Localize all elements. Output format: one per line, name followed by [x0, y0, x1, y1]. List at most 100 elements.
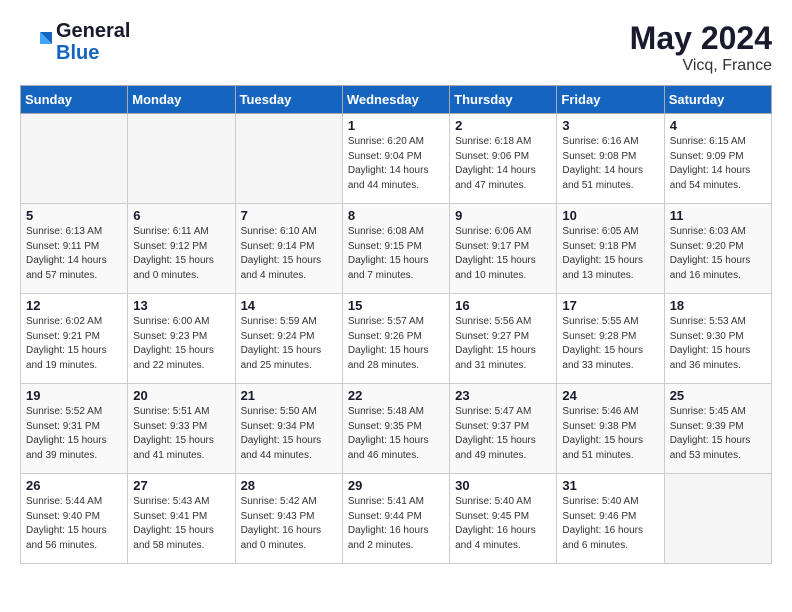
- day-number: 21: [241, 388, 337, 403]
- calendar-week-row: 5 Sunrise: 6:13 AM Sunset: 9:11 PM Daylig…: [21, 204, 772, 294]
- col-header-friday: Friday: [557, 86, 664, 114]
- day-info: Sunrise: 5:48 AM Sunset: 9:35 PM Dayligh…: [348, 405, 444, 463]
- day-info: Sunrise: 5:59 AM Sunset: 9:24 PM Dayligh…: [241, 315, 337, 373]
- col-header-monday: Monday: [128, 86, 235, 114]
- calendar-week-row: 1 Sunrise: 6:20 AM Sunset: 9:04 PM Daylig…: [21, 114, 772, 204]
- day-info: Sunrise: 5:45 AM Sunset: 9:39 PM Dayligh…: [670, 405, 766, 463]
- day-number: 16: [455, 298, 551, 313]
- day-number: 3: [562, 118, 658, 133]
- location-label: Vicq, France: [630, 57, 772, 75]
- day-number: 11: [670, 208, 766, 223]
- calendar-week-row: 19 Sunrise: 5:52 AM Sunset: 9:31 PM Dayli…: [21, 384, 772, 474]
- day-number: 14: [241, 298, 337, 313]
- calendar-cell: 28 Sunrise: 5:42 AM Sunset: 9:43 PM Dayli…: [235, 474, 342, 564]
- month-year-title: May 2024: [630, 20, 772, 57]
- day-number: 13: [133, 298, 229, 313]
- calendar-cell: 18Sunrise: 5:53 AM Sunset: 9:30 PM Dayli…: [664, 294, 771, 384]
- calendar-cell: 9 Sunrise: 6:06 AM Sunset: 9:17 PM Daylig…: [450, 204, 557, 294]
- day-info: Sunrise: 5:47 AM Sunset: 9:37 PM Dayligh…: [455, 405, 551, 463]
- day-number: 22: [348, 388, 444, 403]
- calendar-table: SundayMondayTuesdayWednesdayThursdayFrid…: [20, 85, 772, 564]
- calendar-cell: 1 Sunrise: 6:20 AM Sunset: 9:04 PM Daylig…: [342, 114, 449, 204]
- calendar-week-row: 12Sunrise: 6:02 AM Sunset: 9:21 PM Dayli…: [21, 294, 772, 384]
- calendar-cell: [664, 474, 771, 564]
- day-number: 9: [455, 208, 551, 223]
- calendar-cell: 22 Sunrise: 5:48 AM Sunset: 9:35 PM Dayli…: [342, 384, 449, 474]
- calendar-cell: 6 Sunrise: 6:11 AM Sunset: 9:12 PM Daylig…: [128, 204, 235, 294]
- day-number: 27: [133, 478, 229, 493]
- day-number: 15: [348, 298, 444, 313]
- day-number: 20: [133, 388, 229, 403]
- calendar-cell: 5 Sunrise: 6:13 AM Sunset: 9:11 PM Daylig…: [21, 204, 128, 294]
- day-number: 19: [26, 388, 122, 403]
- day-info: Sunrise: 5:40 AM Sunset: 9:45 PM Dayligh…: [455, 495, 551, 553]
- day-number: 1: [348, 118, 444, 133]
- day-info: Sunrise: 6:00 AM Sunset: 9:23 PM Dayligh…: [133, 315, 229, 373]
- calendar-header-row: SundayMondayTuesdayWednesdayThursdayFrid…: [21, 86, 772, 114]
- calendar-cell: 15 Sunrise: 5:57 AM Sunset: 9:26 PM Dayli…: [342, 294, 449, 384]
- calendar-cell: 24Sunrise: 5:46 AM Sunset: 9:38 PM Dayli…: [557, 384, 664, 474]
- day-info: Sunrise: 6:06 AM Sunset: 9:17 PM Dayligh…: [455, 225, 551, 283]
- day-number: 26: [26, 478, 122, 493]
- title-section: May 2024 Vicq, France: [630, 20, 772, 75]
- day-number: 7: [241, 208, 337, 223]
- day-info: Sunrise: 6:18 AM Sunset: 9:06 PM Dayligh…: [455, 135, 551, 193]
- day-number: 28: [241, 478, 337, 493]
- page-header: General Blue May 2024 Vicq, France: [20, 20, 772, 75]
- day-number: 24: [562, 388, 658, 403]
- day-number: 2: [455, 118, 551, 133]
- calendar-cell: 21 Sunrise: 5:50 AM Sunset: 9:34 PM Dayli…: [235, 384, 342, 474]
- day-info: Sunrise: 5:57 AM Sunset: 9:26 PM Dayligh…: [348, 315, 444, 373]
- calendar-week-row: 26Sunrise: 5:44 AM Sunset: 9:40 PM Dayli…: [21, 474, 772, 564]
- day-info: Sunrise: 5:52 AM Sunset: 9:31 PM Dayligh…: [26, 405, 122, 463]
- calendar-cell: 3Sunrise: 6:16 AM Sunset: 9:08 PM Daylig…: [557, 114, 664, 204]
- day-number: 8: [348, 208, 444, 223]
- calendar-cell: [21, 114, 128, 204]
- calendar-cell: 11 Sunrise: 6:03 AM Sunset: 9:20 PM Dayli…: [664, 204, 771, 294]
- col-header-thursday: Thursday: [450, 86, 557, 114]
- logo: General Blue: [20, 20, 130, 64]
- day-info: Sunrise: 6:08 AM Sunset: 9:15 PM Dayligh…: [348, 225, 444, 283]
- day-info: Sunrise: 5:40 AM Sunset: 9:46 PM Dayligh…: [562, 495, 658, 553]
- calendar-cell: 30Sunrise: 5:40 AM Sunset: 9:45 PM Dayli…: [450, 474, 557, 564]
- calendar-cell: 19 Sunrise: 5:52 AM Sunset: 9:31 PM Dayli…: [21, 384, 128, 474]
- calendar-cell: 23Sunrise: 5:47 AM Sunset: 9:37 PM Dayli…: [450, 384, 557, 474]
- col-header-wednesday: Wednesday: [342, 86, 449, 114]
- day-number: 31: [562, 478, 658, 493]
- calendar-cell: 26Sunrise: 5:44 AM Sunset: 9:40 PM Dayli…: [21, 474, 128, 564]
- calendar-cell: 31 Sunrise: 5:40 AM Sunset: 9:46 PM Dayli…: [557, 474, 664, 564]
- day-info: Sunrise: 6:20 AM Sunset: 9:04 PM Dayligh…: [348, 135, 444, 193]
- calendar-cell: 13 Sunrise: 6:00 AM Sunset: 9:23 PM Dayli…: [128, 294, 235, 384]
- day-number: 25: [670, 388, 766, 403]
- calendar-cell: 4 Sunrise: 6:15 AM Sunset: 9:09 PM Daylig…: [664, 114, 771, 204]
- day-number: 6: [133, 208, 229, 223]
- day-number: 5: [26, 208, 122, 223]
- calendar-cell: 2 Sunrise: 6:18 AM Sunset: 9:06 PM Daylig…: [450, 114, 557, 204]
- logo-icon: [20, 28, 52, 56]
- day-info: Sunrise: 6:11 AM Sunset: 9:12 PM Dayligh…: [133, 225, 229, 283]
- col-header-saturday: Saturday: [664, 86, 771, 114]
- day-number: 17: [562, 298, 658, 313]
- calendar-cell: 20 Sunrise: 5:51 AM Sunset: 9:33 PM Dayli…: [128, 384, 235, 474]
- day-info: Sunrise: 5:41 AM Sunset: 9:44 PM Dayligh…: [348, 495, 444, 553]
- calendar-cell: 10Sunrise: 6:05 AM Sunset: 9:18 PM Dayli…: [557, 204, 664, 294]
- day-info: Sunrise: 6:10 AM Sunset: 9:14 PM Dayligh…: [241, 225, 337, 283]
- col-header-tuesday: Tuesday: [235, 86, 342, 114]
- day-info: Sunrise: 6:13 AM Sunset: 9:11 PM Dayligh…: [26, 225, 122, 283]
- day-number: 29: [348, 478, 444, 493]
- day-info: Sunrise: 6:15 AM Sunset: 9:09 PM Dayligh…: [670, 135, 766, 193]
- calendar-cell: 29 Sunrise: 5:41 AM Sunset: 9:44 PM Dayli…: [342, 474, 449, 564]
- day-info: Sunrise: 5:42 AM Sunset: 9:43 PM Dayligh…: [241, 495, 337, 553]
- calendar-cell: [235, 114, 342, 204]
- day-info: Sunrise: 6:02 AM Sunset: 9:21 PM Dayligh…: [26, 315, 122, 373]
- day-info: Sunrise: 5:50 AM Sunset: 9:34 PM Dayligh…: [241, 405, 337, 463]
- day-info: Sunrise: 5:43 AM Sunset: 9:41 PM Dayligh…: [133, 495, 229, 553]
- day-info: Sunrise: 5:55 AM Sunset: 9:28 PM Dayligh…: [562, 315, 658, 373]
- day-info: Sunrise: 6:03 AM Sunset: 9:20 PM Dayligh…: [670, 225, 766, 283]
- day-info: Sunrise: 6:05 AM Sunset: 9:18 PM Dayligh…: [562, 225, 658, 283]
- day-number: 18: [670, 298, 766, 313]
- day-number: 4: [670, 118, 766, 133]
- calendar-cell: 7 Sunrise: 6:10 AM Sunset: 9:14 PM Daylig…: [235, 204, 342, 294]
- calendar-cell: 16Sunrise: 5:56 AM Sunset: 9:27 PM Dayli…: [450, 294, 557, 384]
- day-info: Sunrise: 5:51 AM Sunset: 9:33 PM Dayligh…: [133, 405, 229, 463]
